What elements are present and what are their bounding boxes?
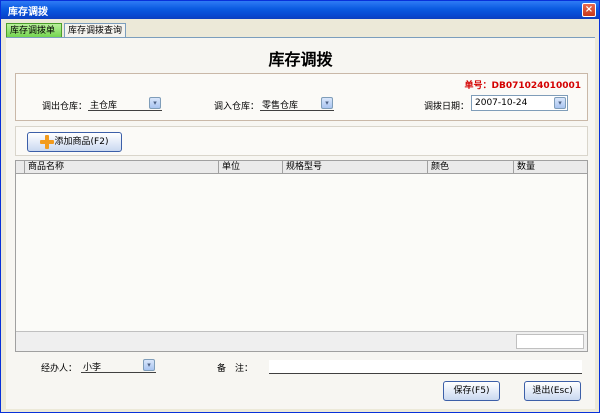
app-window: 库存调拨 × 库存调拨单 库存调拨查询 库存调拨 单号：DB0710240100…	[0, 0, 600, 413]
handler-value: 小李	[83, 363, 102, 373]
table-footer	[16, 331, 587, 351]
date-label: 调拨日期：	[424, 102, 470, 112]
column-header-unit[interactable]: 单位	[218, 161, 282, 174]
quantity-total-cell	[516, 334, 584, 349]
add-product-label: 添加商品(F2)	[54, 137, 109, 147]
handler-label: 经办人：	[41, 364, 78, 374]
in-warehouse-value: 零售仓库	[262, 101, 299, 111]
close-button[interactable]: ×	[582, 3, 596, 17]
chevron-down-icon[interactable]: ▾	[554, 97, 566, 109]
in-warehouse-select[interactable]: 零售仓库 ▾	[260, 96, 334, 111]
table-header: 商品名称 单位 规格型号 颜色 数量	[16, 161, 587, 174]
chevron-down-icon[interactable]: ▾	[321, 97, 333, 109]
window-title: 库存调拨	[8, 7, 48, 18]
column-header-spec[interactable]: 规格型号	[282, 161, 427, 174]
out-warehouse-field: 调出仓库： 主仓库 ▾	[42, 96, 192, 112]
in-warehouse-label: 调入仓库：	[214, 102, 260, 112]
handler-field: 经办人： 小李 ▾	[41, 358, 191, 374]
transfer-panel: 库存调拨 单号：DB071024010001 调出仓库： 主仓库 ▾ 调入仓库：…	[6, 38, 595, 409]
column-header-quantity[interactable]: 数量	[513, 161, 587, 174]
column-header-color[interactable]: 颜色	[427, 161, 513, 174]
out-warehouse-label: 调出仓库：	[42, 102, 88, 112]
chevron-down-icon[interactable]: ▾	[149, 97, 161, 109]
title-bar[interactable]: 库存调拨 ×	[1, 1, 599, 19]
plus-icon	[40, 135, 54, 149]
note-input[interactable]	[269, 360, 582, 374]
column-header-name[interactable]: 商品名称	[24, 161, 218, 174]
products-table[interactable]: 商品名称 单位 规格型号 颜色 数量	[15, 160, 588, 352]
date-picker[interactable]: 2007-10-24 ▾	[471, 95, 568, 111]
save-button[interactable]: 保存(F5)	[443, 381, 500, 401]
tab-transfer-query[interactable]: 库存调拨查询	[64, 23, 126, 38]
page-title: 库存调拨	[268, 50, 333, 69]
in-warehouse-field: 调入仓库： 零售仓库 ▾	[214, 96, 364, 112]
note-label: 备 注：	[217, 364, 254, 374]
date-field: 调拨日期： 2007-10-24 ▾	[424, 95, 584, 112]
note-label-wrap: 备 注：	[217, 358, 267, 374]
order-number: 单号：DB071024010001	[464, 81, 581, 91]
handler-select[interactable]: 小李 ▾	[81, 358, 156, 373]
out-warehouse-value: 主仓库	[90, 101, 118, 111]
toolbar: 添加商品(F2)	[15, 126, 588, 156]
exit-button[interactable]: 退出(Esc)	[524, 381, 581, 401]
header-fields: 单号：DB071024010001 调出仓库： 主仓库 ▾ 调入仓库： 零售仓库…	[15, 73, 588, 121]
add-product-button[interactable]: 添加商品(F2)	[27, 132, 122, 152]
tab-transfer-order[interactable]: 库存调拨单	[6, 23, 62, 38]
date-value: 2007-10-24	[475, 98, 528, 108]
out-warehouse-select[interactable]: 主仓库 ▾	[88, 96, 162, 111]
row-indicator-header	[16, 161, 24, 174]
chevron-down-icon[interactable]: ▾	[143, 359, 155, 371]
